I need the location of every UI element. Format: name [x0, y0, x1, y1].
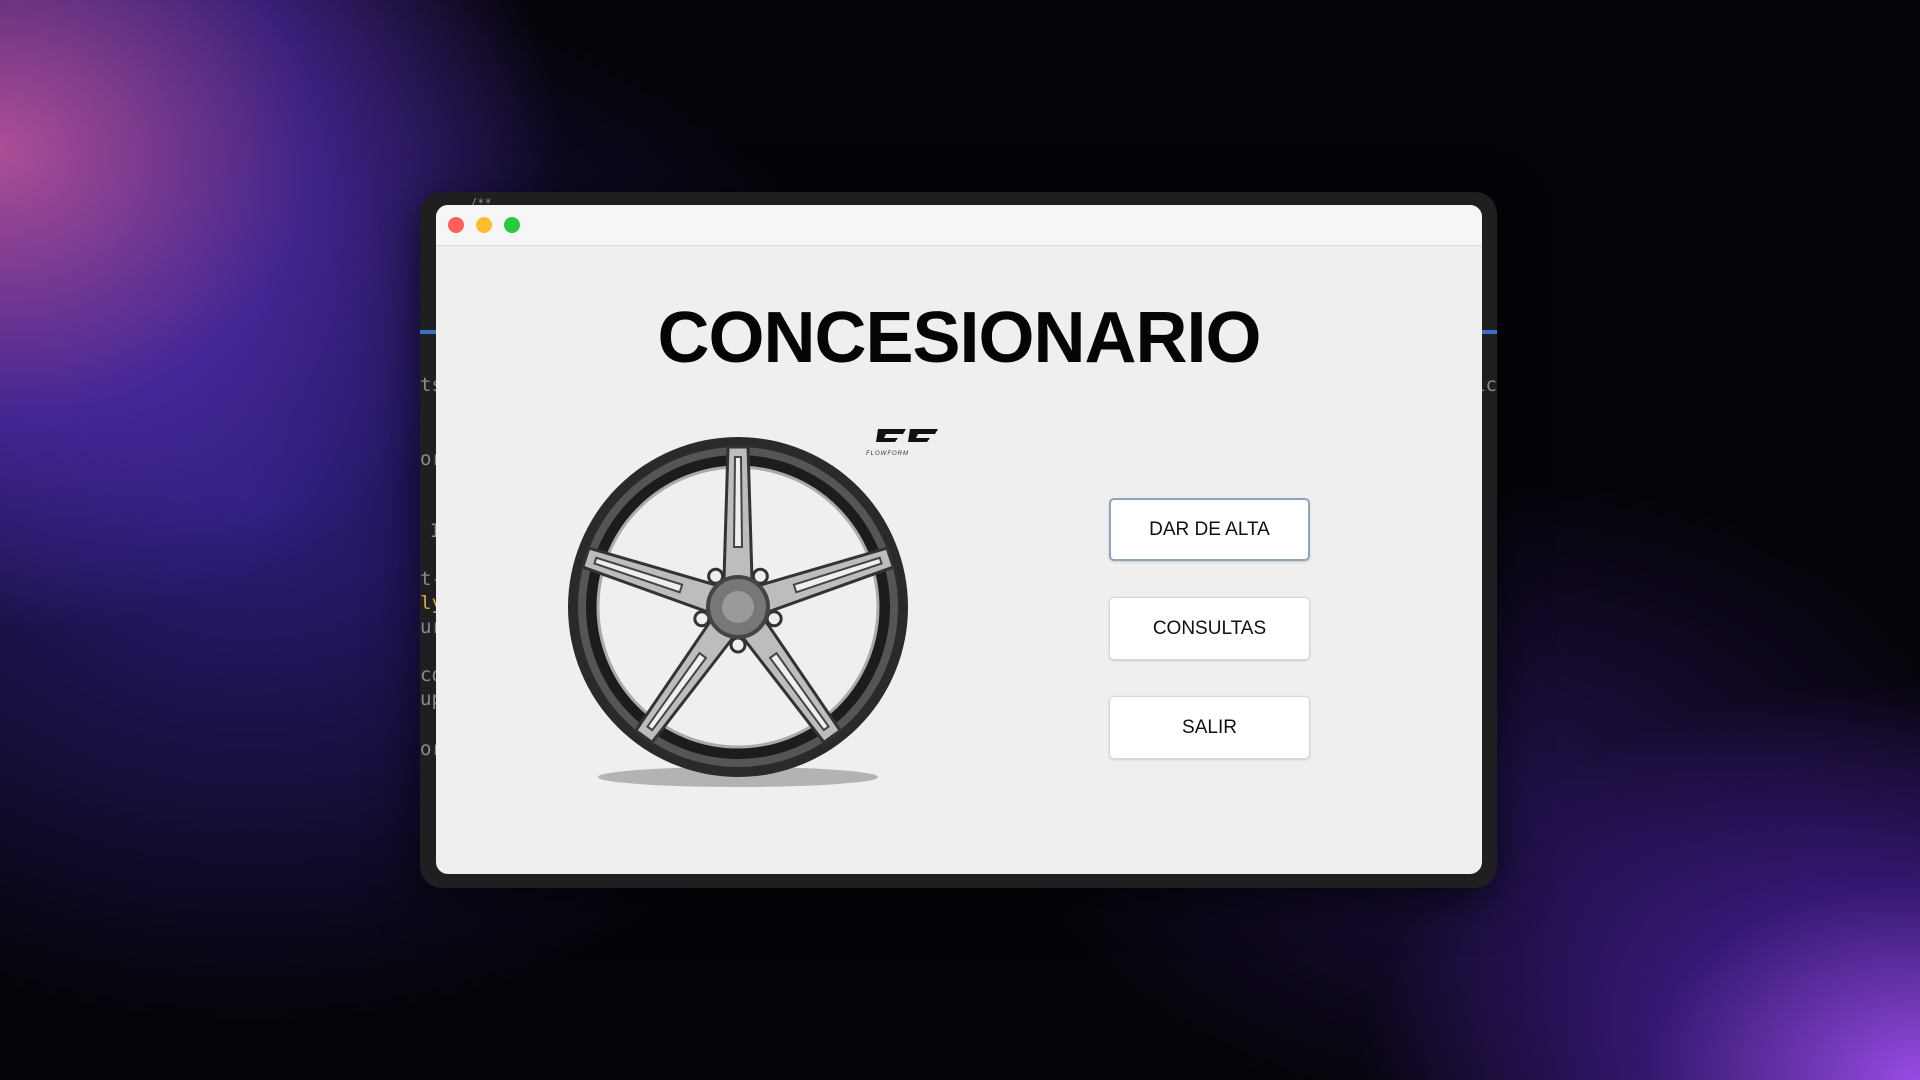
lug-hole — [729, 636, 747, 654]
page-title: CONCESIONARIO — [657, 298, 1261, 378]
close-window-button[interactable] — [448, 217, 464, 233]
maximize-window-button[interactable] — [504, 217, 520, 233]
consultas-button[interactable]: CONSULTAS — [1109, 597, 1310, 660]
wheel-spoke — [722, 445, 754, 581]
title-bar[interactable] — [436, 205, 1482, 246]
salir-button[interactable]: SALIR — [1109, 696, 1310, 759]
app-window: CONCESIONARIO FLOWFORM DAR DE ALTA CONSU… — [436, 205, 1482, 874]
dar-de-alta-button[interactable]: DAR DE ALTA — [1109, 498, 1310, 561]
alloy-wheel-image — [568, 437, 908, 787]
minimize-window-button[interactable] — [476, 217, 492, 233]
